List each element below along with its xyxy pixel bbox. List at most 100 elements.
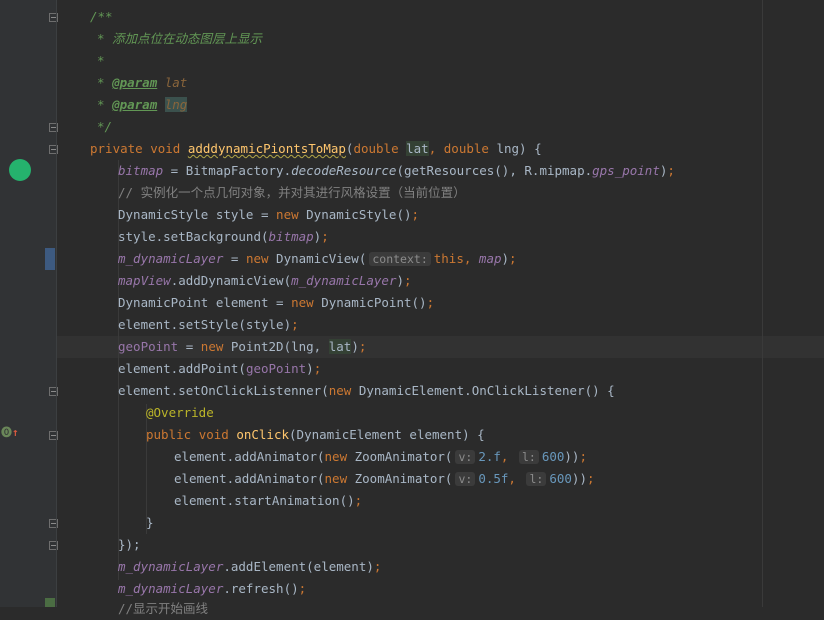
keyword-new: new (324, 471, 348, 486)
field-m-dynamic-layer: m_dynamicLayer (118, 559, 224, 574)
code-text: DynamicStyle() (298, 207, 412, 222)
param-lat: lat (406, 141, 429, 156)
code-line-10: DynamicStyle style = new DynamicStyle(); (118, 207, 420, 222)
number-literal: 600 (549, 471, 572, 486)
code-line-25: }); (118, 534, 141, 556)
parameter-hint: v: (455, 450, 476, 464)
code-text: DynamicPoint element = (118, 295, 292, 310)
field-m-dynamic-layer: m_dynamicLayer (291, 273, 397, 288)
code-text: ZoomAnimator( (347, 449, 453, 464)
code-line-18: element.setOnClickListenner(new DynamicE… (118, 380, 615, 402)
code-line-27: m_dynamicLayer.refresh(); (118, 581, 307, 596)
line-comment: // 实例化一个点几何对象，并对其进行风格设置（当前位置） (118, 185, 466, 200)
code-line-24: } (146, 512, 154, 534)
change-marker[interactable] (45, 598, 55, 607)
method-decode: decodeResource (291, 163, 397, 178)
parameter-hint: context: (369, 252, 431, 266)
arg-lat: lat (328, 339, 352, 354)
field-gps-point: gps_point (592, 163, 660, 178)
parameter-hint: l: (526, 472, 547, 486)
parameter-hint: v: (455, 472, 476, 486)
code-text: element.addPoint( (118, 361, 246, 376)
keyword-public: public (146, 427, 192, 442)
code-text: Point2D(lng, (223, 339, 329, 354)
keyword-new: new (245, 251, 269, 266)
code-text: .addDynamicView( (170, 273, 292, 288)
code-text: element.setStyle(style) (118, 317, 292, 332)
code-text: (DynamicElement element) { (289, 427, 485, 442)
keyword-new: new (328, 383, 352, 398)
param-name-lng: lng (164, 97, 188, 112)
override-method-icon[interactable]: ⓿↑ (1, 425, 19, 441)
number-literal: 600 (541, 449, 565, 464)
gutter-image-icon[interactable] (9, 159, 31, 181)
code-line-15: element.setStyle(style); (118, 317, 299, 332)
code-line-12: m_dynamicLayer = new DynamicView(context… (118, 251, 517, 266)
code-editor[interactable]: /** * 添加点位在动态图层上显示 * * @param lat * @par… (57, 0, 824, 616)
code-line-7: private void adddynamicPiontsToMap(doubl… (90, 141, 542, 156)
code-line-13: mapView.addDynamicView(m_dynamicLayer); (118, 273, 412, 288)
code-text: element.addAnimator( (174, 471, 325, 486)
keyword-void: void (198, 427, 229, 442)
line-comment: //显示开始画线 (118, 601, 209, 616)
code-line-14: DynamicPoint element = new DynamicPoint(… (118, 295, 435, 310)
code-text: = BitmapFactory. (163, 163, 292, 178)
param-tag: @param (112, 97, 158, 112)
code-text: DynamicStyle style = (118, 207, 277, 222)
keyword-new: new (276, 207, 299, 222)
code-text: DynamicView( (268, 251, 367, 266)
field-m-dynamic-layer: m_dynamicLayer (118, 251, 224, 266)
code-text: }); (118, 537, 141, 552)
code-text: style.setBackground( (118, 229, 269, 244)
code-line-22: element.addAnimator(new ZoomAnimator(v: 0… (174, 471, 595, 486)
editor-gutter: ⓿↑ (0, 0, 58, 607)
code-line-9: // 实例化一个点几何对象，并对其进行风格设置（当前位置） (118, 182, 466, 204)
code-line-26: m_dynamicLayer.addElement(element); (118, 559, 382, 574)
code-line-19: @Override (146, 402, 214, 424)
parameter-hint: l: (518, 450, 539, 464)
field-map-view: mapView (118, 273, 171, 288)
keyword-double: double (443, 141, 489, 156)
doc-comment-star: * (97, 97, 105, 112)
field-geo-point: geoPoint (245, 361, 307, 376)
code-line-20: public void onClick(DynamicElement eleme… (146, 424, 485, 446)
field-geo-point: geoPoint (118, 339, 179, 354)
method-on-click: onClick (236, 427, 290, 442)
method-name[interactable]: adddynamicPiontsToMap (188, 141, 346, 156)
keyword-this: this (433, 251, 464, 266)
code-line-16: geoPoint = new Point2D(lng, lat); (118, 339, 367, 354)
keyword-new: new (291, 295, 314, 310)
code-line-11: style.setBackground(bitmap); (118, 229, 329, 244)
doc-comment-close: */ (97, 119, 113, 134)
doc-comment-description: * 添加点位在动态图层上显示 (97, 31, 263, 46)
code-line-21: element.addAnimator(new ZoomAnimator(v: 2… (174, 449, 587, 464)
param-tag: @param (112, 75, 158, 90)
keyword-new: new (324, 449, 348, 464)
field-bitmap: bitmap (268, 229, 314, 244)
keyword-void: void (150, 141, 181, 156)
code-text: element.addAnimator( (174, 449, 325, 464)
keyword-double: double (353, 141, 399, 156)
keyword-new: new (200, 339, 224, 354)
code-text: .addElement(element) (223, 559, 374, 574)
number-literal: 2.f (478, 449, 501, 464)
code-text: } (146, 515, 154, 530)
code-line-17: element.addPoint(geoPoint); (118, 361, 322, 376)
doc-comment-blank: * (97, 53, 105, 68)
change-marker[interactable] (45, 248, 55, 270)
code-text: element.setOnClickListenner( (118, 383, 329, 398)
code-line-23: element.startAnimation(); (174, 493, 363, 508)
code-line-28: //显示开始画线 (118, 598, 208, 620)
code-line-1: /** (90, 6, 113, 28)
code-text: element.startAnimation() (174, 493, 355, 508)
code-text: DynamicPoint() (313, 295, 427, 310)
code-line-2: * 添加点位在动态图层上显示 (97, 28, 262, 50)
code-text: (getResources(), R.mipmap. (396, 163, 593, 178)
code-line-4: * @param lat (97, 72, 187, 94)
code-line-8: bitmap = BitmapFactory.decodeResource(ge… (118, 163, 675, 178)
doc-comment-open: /** (90, 9, 113, 24)
doc-comment-star: * (97, 75, 105, 90)
annotation-override: @Override (146, 405, 214, 420)
code-text: .refresh() (223, 581, 299, 596)
field-m-dynamic-layer: m_dynamicLayer (118, 581, 224, 596)
